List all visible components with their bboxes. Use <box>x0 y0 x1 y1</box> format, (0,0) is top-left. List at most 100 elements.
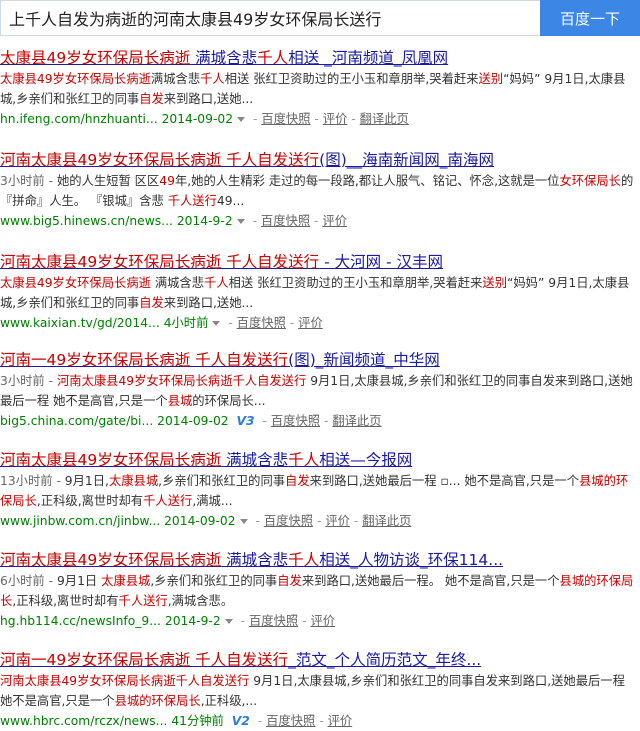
result-abstract-segment: 来到路口,送她... <box>163 296 254 310</box>
search-result: 河南一49岁女环保局长病逝 千人自发送行_范文_个人简历范文_年终... 河南太康… <box>0 650 640 731</box>
result-action-link[interactable]: 评价 <box>322 214 347 228</box>
search-result: 太康县49岁女环保局长病逝 满城含悲千人相送 _河南频道_凤凰网太康县49岁女环… <box>0 48 640 129</box>
dropdown-caret-icon[interactable] <box>212 321 221 326</box>
result-meta: www.jinbw.com.cn/jinbw... 2014-09-02 - 百… <box>0 511 640 531</box>
result-abstract-segment: 来到路口,送她最后一程。 她不是高官,只是一个 <box>301 574 560 588</box>
result-title-segment: 千人 <box>257 49 289 67</box>
result-action-link[interactable]: 百度快照 <box>249 614 298 628</box>
result-abstract-segment: 自发 <box>285 474 310 488</box>
result-title-link[interactable]: 河南一49岁女环保局长病逝 千人自发送行_范文_个人简历范文_年终... <box>0 650 640 670</box>
result-abstract-segment: 13小时前 - <box>0 474 65 488</box>
separator: - <box>310 112 323 126</box>
result-abstract: 3小时前 - 她的人生短暂 区区49年,她的人生精彩 走过的每一段路,都让人服气… <box>0 171 640 211</box>
result-title-link[interactable]: 太康县49岁女环保局长病逝 满城含悲千人相送 _河南频道_凤凰网 <box>0 48 640 68</box>
search-button[interactable]: 百度一下 <box>540 0 640 36</box>
result-title-segment: 满城含悲 <box>190 49 258 67</box>
result-abstract-segment: 县城的环保局长 <box>114 694 201 708</box>
result-action-link[interactable]: 百度快照 <box>261 112 310 126</box>
search-result: 河南太康县49岁女环保局长病逝 满城含悲千人相送—今报网 13小时前 - 9月1日… <box>0 450 640 531</box>
dropdown-caret-icon[interactable] <box>224 619 233 624</box>
result-abstract: 6小时前 - 9月1日 太康县城,乡亲们和张红卫的同事自发来到路口,送她最后一程… <box>0 571 640 611</box>
result-url: www.hbrc.com/rczx/news... <box>0 714 168 728</box>
result-action-link[interactable]: 翻译此页 <box>362 514 411 528</box>
result-title-segment: 千人 <box>288 551 320 569</box>
result-action-link[interactable]: 翻译此页 <box>332 414 381 428</box>
result-action-link[interactable]: 百度快照 <box>261 214 310 228</box>
separator: - <box>236 614 249 628</box>
result-title-segment: 河南一49岁女环保局长病逝 千人自发送行 <box>0 651 289 669</box>
result-abstract-segment: 自发 <box>277 574 302 588</box>
result-action-link[interactable]: 翻译此页 <box>360 112 409 126</box>
search-result: 河南一49岁女环保局长病逝 千人自发送行(图)_新闻频道_中华网 3小时前 - 河… <box>0 350 640 431</box>
result-abstract: 河南太康县49岁女环保局长病逝千人自发送行 9月1日,太康县城,乡亲们和张红卫的… <box>0 671 640 711</box>
result-abstract-segment: ,正科级,离世时却有 <box>36 494 144 508</box>
result-url: hn.ifeng.com/hnzhuanti... <box>0 112 158 126</box>
search-result: 河南太康县49岁女环保局长病逝 千人自发送行 - 大河网 - 汉丰网 太康县49岁… <box>0 252 640 333</box>
result-action-link[interactable]: 百度快照 <box>271 414 320 428</box>
result-abstract-segment: ,满城... <box>192 494 233 508</box>
dropdown-caret-icon[interactable] <box>237 117 246 122</box>
result-abstract-segment: 年,她的人生精彩 走过的每一段路,都让人服气、铭记、怀念,这就是一位 <box>174 174 560 188</box>
result-action-link[interactable]: 评价 <box>325 514 350 528</box>
result-title-link[interactable]: 河南太康县49岁女环保局长病逝 满城含悲千人相送_人物访谈_环保114... <box>0 550 640 570</box>
separator: - <box>251 514 264 528</box>
verified-badge-icon[interactable]: V3 <box>237 414 255 428</box>
search-result: 河南太康县49岁女环保局长病逝 满城含悲千人相送_人物访谈_环保114... 6小… <box>0 550 640 631</box>
result-title-segment: _范文_个人简历范文_年终... <box>288 651 482 669</box>
result-abstract-segment: 送别 <box>478 72 504 86</box>
result-abstract-segment: 3小时前 - <box>0 374 57 388</box>
dropdown-caret-icon[interactable] <box>239 519 248 524</box>
result-title-link[interactable]: 河南太康县49岁女环保局长病逝 千人自发送行(图)__海南新闻网_南海网 <box>0 150 640 170</box>
result-abstract-segment: ,正科级,... <box>200 694 258 708</box>
result-abstract-segment: ,满城含悲。 <box>167 594 234 608</box>
result-abstract-segment: 千人 <box>200 72 225 86</box>
dropdown-caret-icon[interactable] <box>236 219 245 224</box>
result-title-segment: 河南太康县49岁女环保局长病逝 <box>0 451 222 469</box>
separator: - <box>253 714 267 728</box>
result-title-link[interactable]: 河南一49岁女环保局长病逝 千人自发送行(图)_新闻频道_中华网 <box>0 350 640 370</box>
search-input[interactable] <box>0 0 540 36</box>
result-title-link[interactable]: 河南太康县49岁女环保局长病逝 千人自发送行 - 大河网 - 汉丰网 <box>0 252 640 272</box>
verified-badge-icon[interactable]: V2 <box>232 714 250 728</box>
separator: - <box>248 214 261 228</box>
result-abstract-segment: 千人 <box>204 276 229 290</box>
result-abstract-segment: 3小时前 - <box>0 174 57 188</box>
result-title-segment: 满城含悲 <box>221 551 289 569</box>
separator: - <box>224 316 237 330</box>
result-title-segment: 千人 <box>288 451 320 469</box>
result-abstract-segment: 太康县49岁女环保局长病逝 <box>0 72 151 86</box>
result-abstract-segment: ,正科级,离世时却有 <box>12 594 119 608</box>
result-abstract-segment: 9月1日 <box>56 574 102 588</box>
result-abstract: 3小时前 - 河南太康县49岁女环保局长病逝千人自发送行 9月1日,太康县城,乡… <box>0 371 640 411</box>
result-meta: www.big5.hinews.cn/news... 2014-9-2 - 百度… <box>0 211 640 231</box>
result-date: 2014-9-2 <box>164 614 221 628</box>
result-abstract-segment: 太康县城 <box>101 574 151 588</box>
result-date: 2014-09-02 <box>161 112 234 126</box>
separator: - <box>320 414 333 428</box>
separator: - <box>285 316 299 330</box>
result-meta: hg.hb114.cc/newsInfo_9... 2014-9-2 - 百度快… <box>0 611 640 631</box>
result-action-link[interactable]: 评价 <box>298 316 323 330</box>
result-abstract-segment: 自发 <box>139 296 164 310</box>
result-abstract-segment: 太康县城 <box>108 474 159 488</box>
result-meta: hn.ifeng.com/hnzhuanti... 2014-09-02 - 百… <box>0 109 640 129</box>
result-action-link[interactable]: 百度快照 <box>237 316 286 330</box>
result-abstract-segment: 49... <box>216 194 245 208</box>
result-abstract-segment: 她的人生短暂 区区 <box>56 174 160 188</box>
result-action-link[interactable]: 百度快照 <box>264 514 313 528</box>
result-abstract-segment: 相送 张红卫资助过的王小玉和章朋举,哭着赶来 <box>224 72 479 86</box>
result-title-segment: 相送—今报网 <box>319 451 413 469</box>
result-action-link[interactable]: 评价 <box>328 714 353 728</box>
result-title-link[interactable]: 河南太康县49岁女环保局长病逝 满城含悲千人相送—今报网 <box>0 450 640 470</box>
result-abstract-segment: 千人送行 <box>143 494 193 508</box>
result-date: 2014-09-02 <box>164 514 236 528</box>
result-abstract-segment: 49 <box>159 174 175 188</box>
result-action-link[interactable]: 评价 <box>323 112 348 126</box>
result-title-segment: 相送_人物访谈_环保114... <box>319 551 504 569</box>
result-title-segment: 河南太康县49岁女环保局长病逝 千人自发送行 <box>0 151 320 169</box>
result-action-link[interactable]: 百度快照 <box>266 714 315 728</box>
result-abstract-segment: 满城含悲 <box>150 276 205 290</box>
result-date: 4小时前 <box>163 316 209 330</box>
result-abstract-segment: 自发 <box>139 92 164 106</box>
result-action-link[interactable]: 评价 <box>310 614 335 628</box>
